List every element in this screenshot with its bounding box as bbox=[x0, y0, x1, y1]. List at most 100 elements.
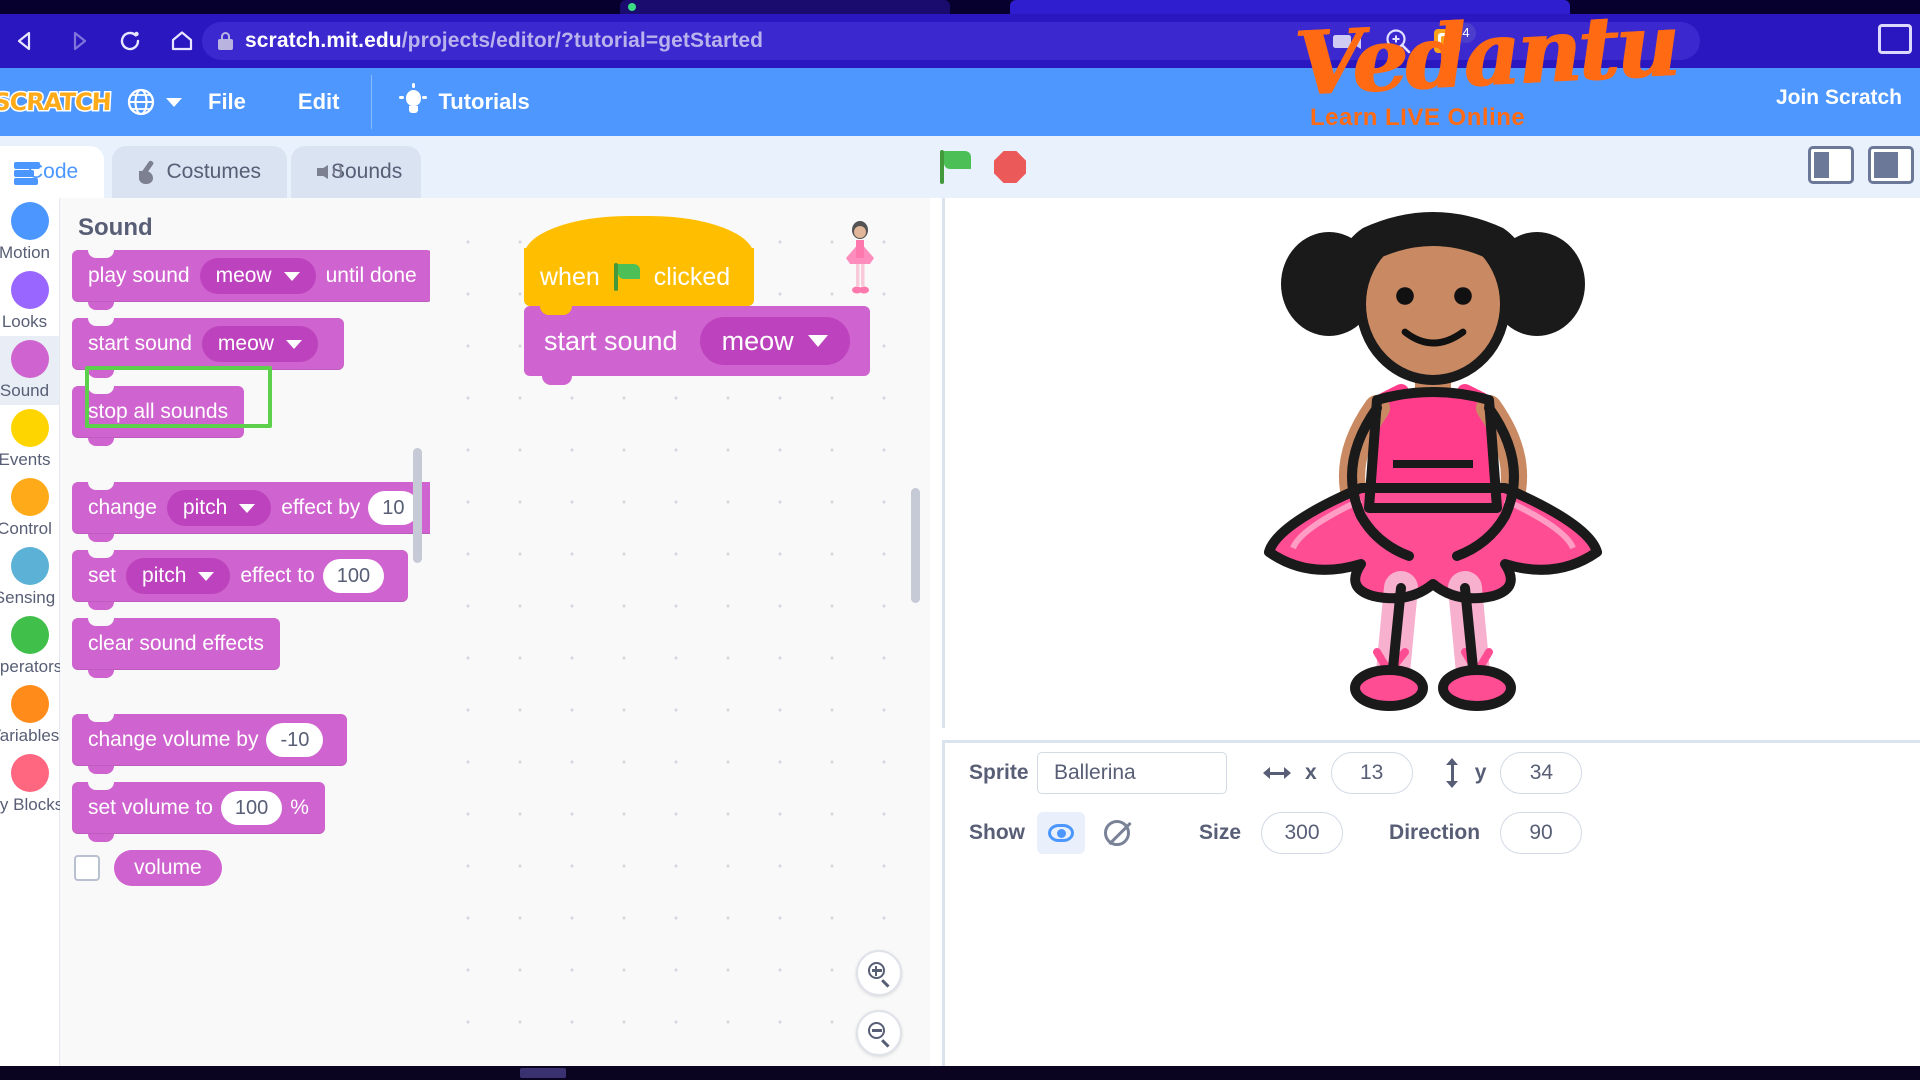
vertical-arrows-icon bbox=[1443, 758, 1461, 788]
chevron-down-icon bbox=[283, 271, 300, 281]
reload-icon[interactable] bbox=[104, 14, 156, 68]
palette-heading: Sound bbox=[78, 214, 153, 241]
stage-area[interactable] bbox=[942, 198, 1920, 728]
chevron-down-icon bbox=[285, 339, 302, 349]
reporter-volume[interactable]: volume bbox=[114, 850, 222, 886]
code-workspace[interactable]: when clicked start sound meow bbox=[430, 198, 930, 1066]
palette-reporter-volume-row[interactable]: volume bbox=[74, 850, 430, 886]
scratch-logo[interactable]: SCRATCH bbox=[0, 82, 113, 122]
palette-block-change-volume-by[interactable]: change volume by -10 bbox=[60, 714, 430, 774]
category-label: Sound bbox=[0, 381, 50, 400]
home-icon[interactable] bbox=[156, 14, 208, 68]
chevron-down-icon bbox=[807, 335, 828, 347]
palette-block-set-effect-to[interactable]: set pitch effect to 100 bbox=[60, 550, 430, 610]
menu-item-edit[interactable]: Edit bbox=[272, 68, 366, 136]
tab-sounds[interactable]: Sounds bbox=[291, 146, 421, 198]
forward-arrow-icon[interactable] bbox=[52, 14, 104, 68]
taskbar-item[interactable] bbox=[520, 1068, 566, 1078]
workspace-sprite-watermark bbox=[846, 221, 874, 294]
tab-costumes-label: Costumes bbox=[166, 160, 261, 183]
menu-item-tutorials[interactable]: Tutorials bbox=[378, 68, 553, 136]
sprite-x-input[interactable]: 13 bbox=[1330, 752, 1413, 794]
video-camera-icon[interactable] bbox=[1332, 30, 1362, 52]
extension-puzzle-icon[interactable]: 4 bbox=[1434, 23, 1476, 53]
volume-set-input[interactable]: 100 bbox=[220, 791, 283, 825]
dropdown-value: pitch bbox=[142, 564, 187, 587]
sprite-ballerina-image bbox=[1263, 212, 1602, 711]
tab-code[interactable]: Code bbox=[0, 146, 104, 198]
hat-block-notch bbox=[540, 306, 570, 315]
palette-block-set-volume-to[interactable]: set volume to 100 % bbox=[60, 782, 430, 842]
category-sensing[interactable]: Sensing bbox=[0, 543, 59, 612]
volume-change-input[interactable]: -10 bbox=[266, 723, 324, 757]
block-start-sound[interactable]: start sound meow bbox=[524, 306, 870, 385]
sprite-show-hidden-button[interactable] bbox=[1093, 812, 1141, 854]
category-color-dot bbox=[10, 409, 49, 447]
category-color-dot bbox=[10, 478, 49, 516]
sprite-name-input[interactable]: Ballerina bbox=[1037, 752, 1227, 794]
block-label-pre: set volume to bbox=[88, 796, 213, 819]
sprite-show-visible-button[interactable] bbox=[1037, 812, 1085, 854]
category-looks[interactable]: Looks bbox=[0, 267, 59, 336]
address-bar[interactable]: scratch.mit.edu/projects/editor/?tutoria… bbox=[202, 22, 1700, 60]
palette-block-stop-all-sounds[interactable]: stop all sounds bbox=[60, 386, 430, 446]
block-palette[interactable]: Sound play sound meow until done start s… bbox=[60, 198, 430, 1066]
block-label-pre: set bbox=[88, 564, 117, 587]
language-menu[interactable] bbox=[126, 87, 182, 117]
palette-block-change-effect-by[interactable]: change pitch effect by 10 bbox=[60, 482, 430, 542]
sprite-direction-input[interactable]: 90 bbox=[1500, 812, 1583, 854]
block-label-pre: clear sound effects bbox=[88, 632, 264, 655]
block-label-pre: play sound bbox=[88, 264, 190, 287]
category-operators[interactable]: Operators bbox=[0, 612, 62, 681]
paintbrush-icon bbox=[138, 160, 155, 184]
sprite-size-input[interactable]: 300 bbox=[1261, 812, 1344, 854]
effect-dropdown[interactable]: pitch bbox=[126, 558, 231, 594]
category-control[interactable]: Control bbox=[0, 474, 59, 543]
lightbulb-icon bbox=[399, 83, 428, 116]
zoom-magnifier-icon[interactable] bbox=[1384, 27, 1412, 55]
back-arrow-icon[interactable] bbox=[0, 14, 52, 68]
workspace-zoom-controls bbox=[856, 950, 902, 1056]
palette-block-play-sound-until-done[interactable]: play sound meow until done bbox=[60, 250, 430, 310]
join-scratch-button[interactable]: Join Scratch bbox=[1776, 86, 1902, 110]
sound-dropdown[interactable]: meow bbox=[201, 326, 318, 362]
sound-dropdown[interactable]: meow bbox=[699, 317, 850, 365]
block-label-post: until done bbox=[325, 264, 417, 287]
category-my-blocks[interactable]: My Blocks bbox=[0, 750, 63, 819]
effect-dropdown[interactable]: pitch bbox=[166, 490, 272, 526]
sprite-y-input[interactable]: 34 bbox=[1500, 752, 1583, 794]
category-motion[interactable]: Motion bbox=[0, 198, 59, 267]
os-taskbar bbox=[0, 1066, 1920, 1080]
window-controls-icon[interactable] bbox=[1878, 24, 1912, 54]
palette-block-clear-sound-effects[interactable]: clear sound effects bbox=[60, 618, 430, 678]
url-path: /projects/editor/?tutorial=getStarted bbox=[401, 29, 764, 52]
small-stage-layout-icon[interactable] bbox=[1808, 146, 1854, 184]
stop-sign-icon[interactable] bbox=[994, 151, 1026, 183]
menu-divider bbox=[371, 75, 373, 129]
palette-scrollbar[interactable] bbox=[413, 448, 422, 563]
globe-icon bbox=[127, 88, 155, 116]
zoom-out-icon[interactable] bbox=[856, 1010, 902, 1056]
category-label: Sensing bbox=[0, 588, 56, 607]
browser-tab-1[interactable] bbox=[620, 0, 950, 14]
tab-costumes[interactable]: Costumes bbox=[112, 146, 287, 198]
block-label-pre: change volume by bbox=[88, 728, 259, 751]
menu-item-file[interactable]: File bbox=[182, 68, 272, 136]
workspace-scrollbar[interactable] bbox=[911, 488, 920, 603]
zoom-in-icon[interactable] bbox=[856, 950, 902, 996]
category-sound[interactable]: Sound bbox=[0, 336, 59, 405]
category-variables[interactable]: Variables bbox=[0, 681, 59, 750]
large-stage-layout-icon[interactable] bbox=[1868, 146, 1914, 184]
volume-monitor-checkbox[interactable] bbox=[74, 855, 100, 881]
extension-badge-count: 4 bbox=[1456, 23, 1476, 43]
stage-control-buttons bbox=[940, 143, 1060, 191]
sprite-show-label: Show bbox=[969, 821, 1025, 844]
effect-value-input[interactable]: 10 bbox=[368, 491, 419, 525]
green-flag-icon[interactable] bbox=[940, 150, 972, 184]
palette-block-start-sound[interactable]: start sound meow bbox=[60, 318, 430, 378]
category-events[interactable]: Events bbox=[0, 405, 59, 474]
sound-dropdown[interactable]: meow bbox=[199, 258, 316, 294]
browser-tab-2-active[interactable] bbox=[1010, 0, 1570, 14]
category-color-dot bbox=[10, 616, 49, 654]
effect-value-input[interactable]: 100 bbox=[322, 559, 385, 593]
